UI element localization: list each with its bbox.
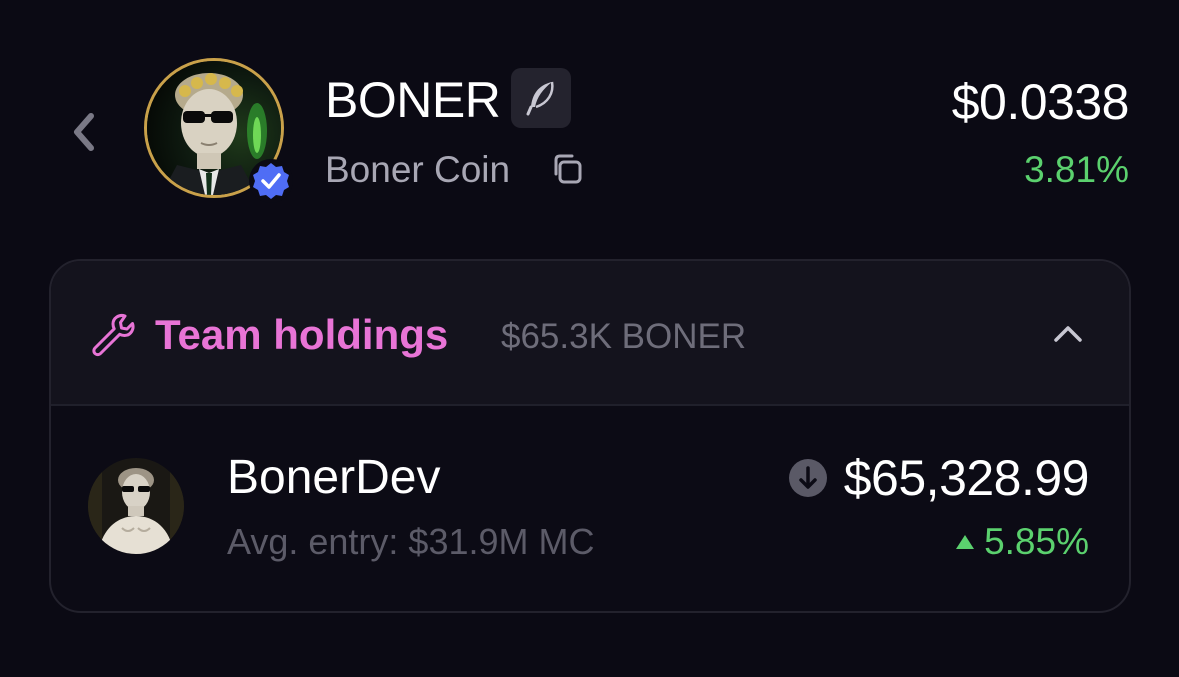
token-price: $0.0338 xyxy=(951,74,1130,130)
token-avatar-wrapper xyxy=(144,58,293,204)
team-holdings-title: Team holdings xyxy=(155,311,449,358)
token-full-name: Boner Coin xyxy=(325,149,511,190)
holder-avg-entry: Avg. entry: $31.9M MC xyxy=(227,521,595,562)
holder-avatar xyxy=(88,458,184,554)
arrow-down-circle-icon xyxy=(788,459,827,497)
token-symbol: BONER xyxy=(325,72,501,128)
back-button[interactable] xyxy=(62,108,106,156)
holder-change: 5.85% xyxy=(984,521,1089,562)
copy-icon xyxy=(554,154,582,184)
copy-address-button[interactable] xyxy=(548,150,586,188)
wrench-icon xyxy=(92,314,135,357)
team-holdings-card: Team holdings $65.3K BONER BonerDev Avg.… xyxy=(49,259,1131,613)
holder-change-group: 5.85% xyxy=(954,520,1089,564)
holder-value-group: $65,328.99 xyxy=(788,450,1090,506)
feather-icon xyxy=(526,81,554,116)
chevron-up-icon[interactable] xyxy=(1051,317,1085,351)
holder-name: BonerDev xyxy=(227,451,441,504)
token-price-change: 3.81% xyxy=(1024,149,1129,190)
feather-button[interactable] xyxy=(511,68,571,128)
holder-value: $65,328.99 xyxy=(843,450,1090,506)
chevron-left-icon xyxy=(74,113,94,151)
verified-check-icon xyxy=(249,159,293,203)
team-holdings-total: $65.3K BONER xyxy=(501,317,747,356)
triangle-up-icon xyxy=(956,535,975,549)
holder-row[interactable]: BonerDev Avg. entry: $31.9M MC $65,328.9… xyxy=(51,406,1129,611)
team-holdings-header[interactable]: Team holdings $65.3K BONER xyxy=(51,261,1129,406)
